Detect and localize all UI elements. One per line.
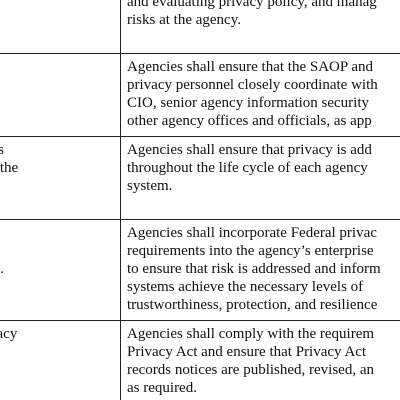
cell-text-line: e architecture. (0, 261, 4, 277)
cell-text-line (0, 0, 114, 11)
description-cell: Agencies shall ensure that privacy is ad… (120, 136, 400, 220)
cell-text-line: d throughout the (0, 160, 19, 176)
cell-text-line (0, 11, 114, 29)
cell-text-line: as required. (127, 380, 197, 396)
cell-text-line: e of each (0, 177, 114, 195)
cell-text-line: throughout the life cycle of each agency (127, 160, 368, 176)
cell-text-line: Agencies shall incorporate Federal priva… (127, 225, 377, 241)
cell-text-line: Coordination (0, 58, 114, 76)
cell-text-line: other agency offices and officials, as a… (127, 113, 372, 129)
table-row: with the Privacy Agencies shall comply wi… (0, 320, 400, 400)
cell-text-line: systems achieve the necessary levels of (127, 279, 364, 295)
table-row: that privacy isd throughout thee of each… (0, 136, 400, 220)
document-page: and evaluating privacy policy, and manag… (0, 0, 400, 400)
requirement-cell: that privacy isd throughout thee of each… (0, 136, 121, 220)
table-row: and evaluating privacy policy, and manag… (0, 0, 400, 54)
requirement-cell: rate privacyents intoe architecture. (0, 219, 121, 321)
policy-table-body: and evaluating privacy policy, and manag… (0, 0, 400, 400)
table-row: rate privacyents intoe architecture. Agen… (0, 219, 400, 321)
cell-text-line: Agencies shall ensure that the SAOP and (127, 59, 374, 75)
cell-text-line: privacy personnel closely coordinate wit… (127, 77, 378, 93)
cell-text-line: CIO, senior agency information security (127, 95, 370, 111)
cell-text-line: ion system. (0, 195, 114, 213)
cell-text-line: and evaluating privacy policy, and manag (127, 0, 377, 10)
cell-text-line: Privacy Act and ensure that Privacy Act (127, 344, 367, 360)
cell-text-line (0, 29, 114, 47)
description-cell: Agencies shall incorporate Federal priva… (120, 219, 400, 321)
description-cell: and evaluating privacy policy, and manag… (120, 0, 400, 54)
cell-text-line: trustworthiness, protection, and resilie… (127, 297, 378, 313)
cell-text-line: ents into (0, 242, 114, 260)
cell-text-line: programs. (0, 94, 114, 112)
cell-text-line: requirements into the agency’s enterpris… (127, 243, 374, 259)
cell-text-line: rate privacy (0, 224, 114, 242)
cell-text-line: records notices are published, revised, … (127, 362, 374, 378)
cell-text-line: Agencies shall comply with the requirem (127, 326, 375, 342)
requirement-cell: with the Privacy (0, 320, 121, 400)
cell-text-line: with the Privacy (0, 326, 18, 342)
table-row: Coordinationprivacy andprograms.Agencies… (0, 53, 400, 137)
policy-table: and evaluating privacy policy, and manag… (0, 0, 400, 400)
description-cell: Agencies shall ensure that the SAOP and p… (120, 53, 400, 137)
description-cell: Agencies shall comply with the requirem P… (120, 320, 400, 400)
cell-text-line: risks at the agency. (127, 12, 241, 28)
requirement-cell (0, 0, 121, 54)
cell-text-line: that privacy is (0, 141, 114, 159)
cell-text-line: to ensure that risk is addressed and inf… (127, 261, 381, 277)
cell-text-line: system. (127, 178, 173, 194)
requirement-cell: Coordinationprivacy andprograms. (0, 53, 121, 137)
cell-text-line: privacy and (0, 76, 114, 94)
cell-text-line: Agencies shall ensure that privacy is ad… (127, 142, 372, 158)
